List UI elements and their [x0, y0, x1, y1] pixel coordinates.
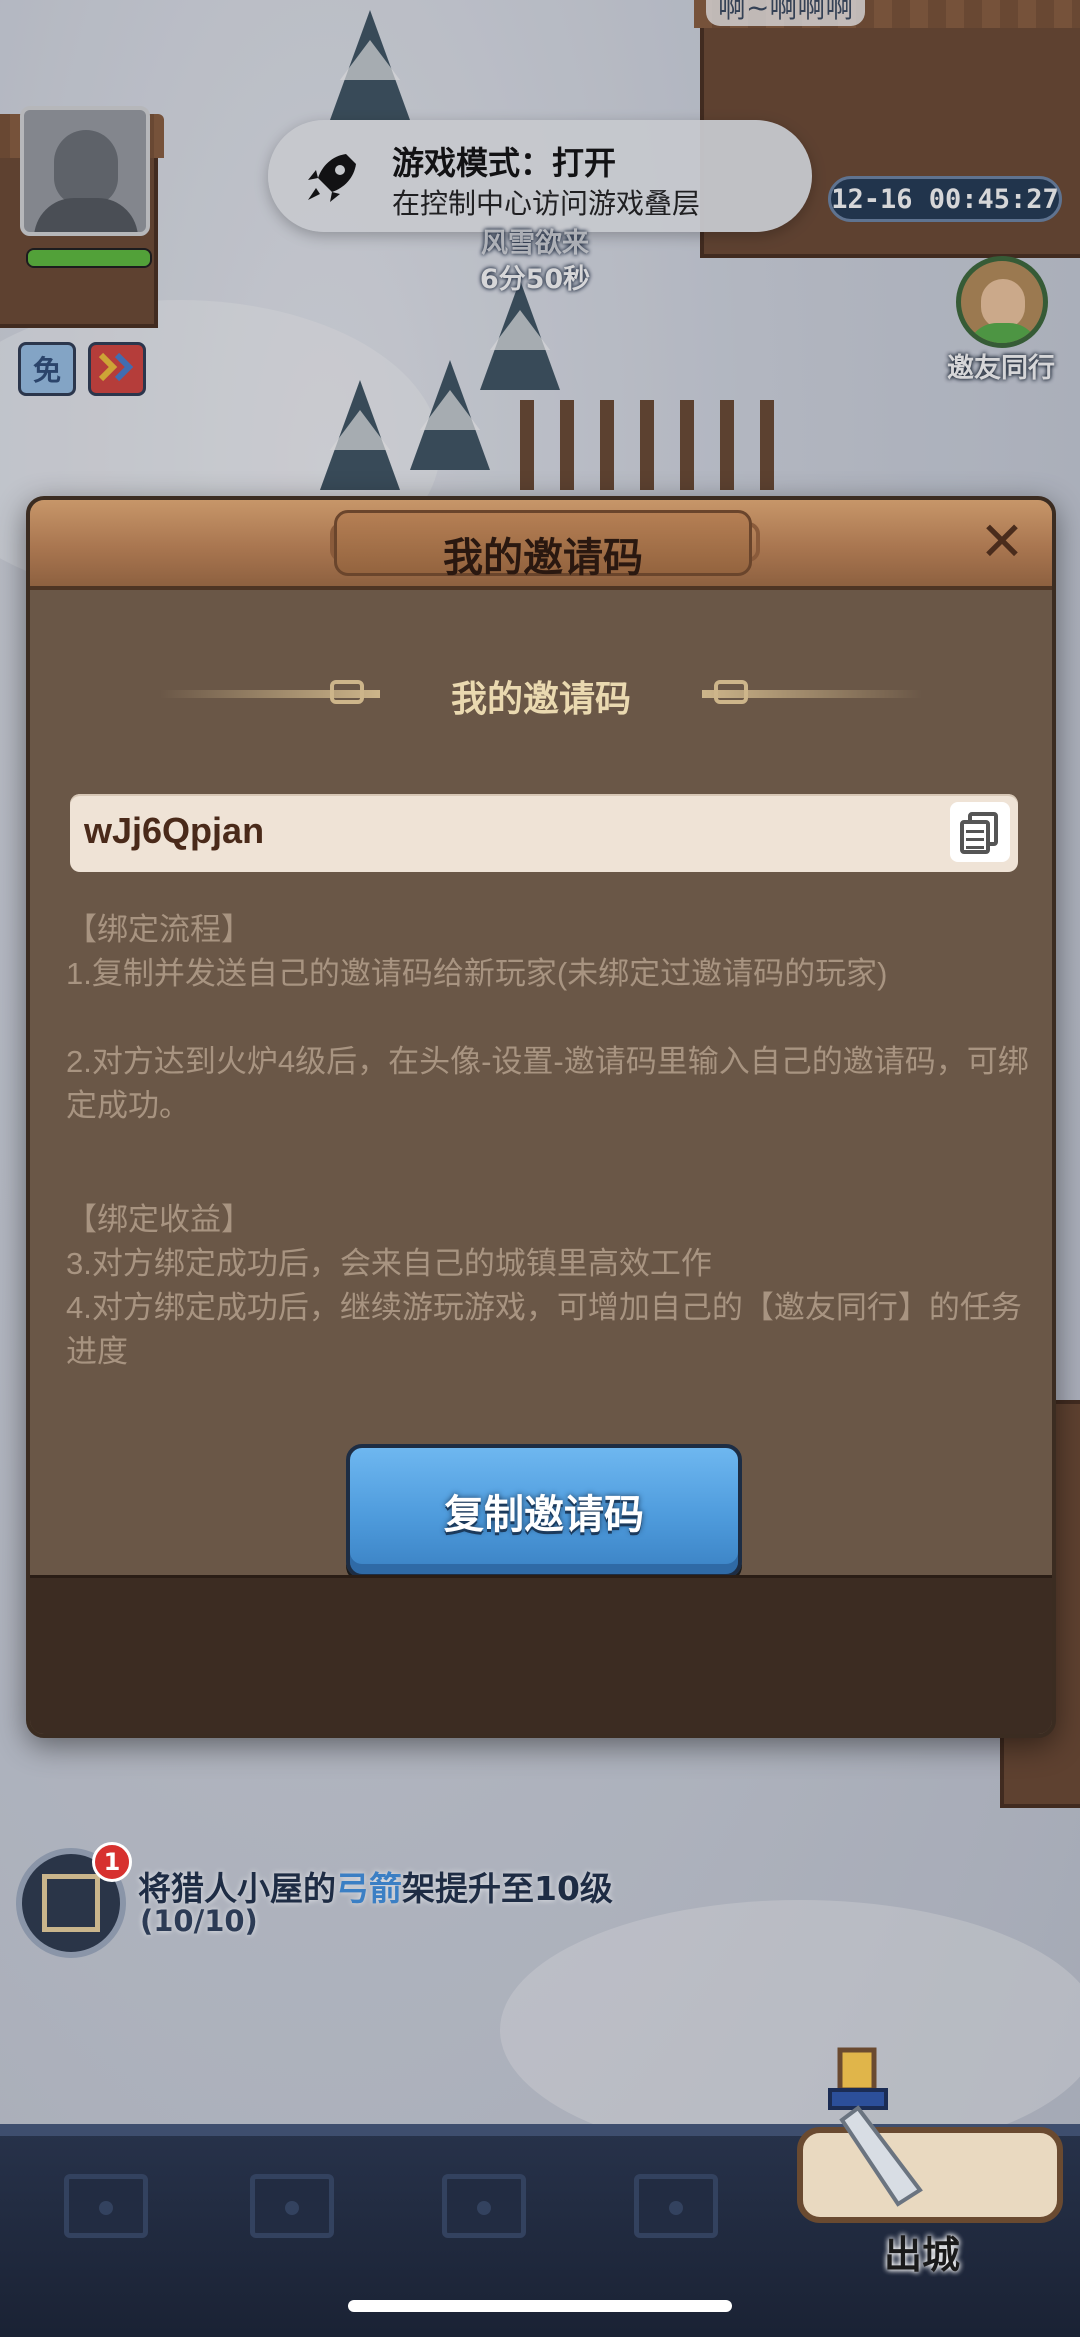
dialog-footer: [30, 1575, 1052, 1734]
close-button[interactable]: ✕: [974, 514, 1030, 570]
invite-code-dialog: 我的邀请码 ✕ 我的邀请码 wJj6Qpjan 【绑定流程】 1.复制并发送自己…: [26, 496, 1056, 1738]
locked-slot-4[interactable]: [634, 2174, 718, 2238]
locked-slot-1[interactable]: [64, 2174, 148, 2238]
invite-code-field[interactable]: wJj6Qpjan: [70, 794, 1018, 872]
bind-flow-header: 【绑定流程】: [66, 912, 252, 947]
dialog-title: 我的邀请码: [443, 535, 643, 581]
copy-icon[interactable]: [950, 802, 1010, 862]
copy-invite-code-button[interactable]: 复制邀请码: [346, 1444, 742, 1578]
copy-invite-code-label: 复制邀请码: [444, 1492, 644, 1538]
close-icon: ✕: [979, 510, 1025, 573]
section-ornament-right: [702, 690, 922, 698]
bind-flow-step-1: 1.复制并发送自己的邀请码给新玩家(未绑定过邀请码的玩家): [66, 956, 888, 991]
locked-slot-3[interactable]: [442, 2174, 526, 2238]
dialog-header: 我的邀请码 ✕: [30, 500, 1052, 590]
bind-reward-step-4: 4.对方绑定成功后，继续游玩游戏，可增加自己的【邀友同行】的任务进度: [66, 1290, 1022, 1369]
quest-description[interactable]: 将猎人小屋的弓箭架提升至10级: [138, 1862, 613, 1910]
home-indicator[interactable]: [348, 2300, 732, 2312]
bind-flow-step-2: 2.对方达到火炉4级后，在头像-设置-邀请码里输入自己的邀请码，可绑定成功。: [66, 1044, 1029, 1123]
locked-slot-2[interactable]: [250, 2174, 334, 2238]
exit-city-sword-icon[interactable]: [780, 2020, 1080, 2240]
exit-city-label[interactable]: 出城: [884, 2224, 960, 2279]
bind-reward-step-3: 3.对方绑定成功后，会来自己的城镇里高效工作: [66, 1246, 712, 1281]
quest-progress: (10/10): [140, 1904, 258, 1938]
bind-reward-header: 【绑定收益】: [66, 1202, 252, 1237]
quest-notification-badge: 1: [92, 1842, 132, 1882]
title-plate: 我的邀请码: [334, 510, 752, 581]
invite-code-value: wJj6Qpjan: [84, 810, 265, 851]
